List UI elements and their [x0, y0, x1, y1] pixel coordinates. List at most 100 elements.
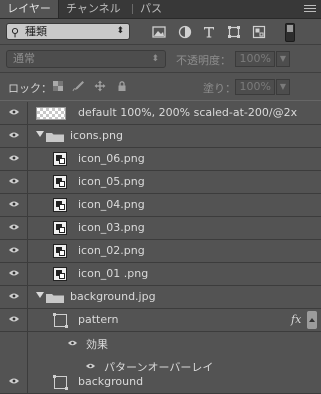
layers-list: default 100%, 200% scaled-at-200/@2x ico…	[0, 102, 321, 394]
visibility-toggle[interactable]	[0, 171, 28, 193]
layer-name: icon_05.png	[78, 175, 145, 188]
eye-column	[0, 332, 28, 355]
visibility-toggle[interactable]	[0, 309, 28, 331]
filter-toggle-switch[interactable]	[285, 23, 295, 42]
eye-icon	[9, 201, 19, 207]
layer-group-row[interactable]: icons.png	[0, 125, 321, 148]
expand-triangle-icon[interactable]	[36, 292, 44, 298]
lock-label: ロック：	[8, 82, 52, 95]
divider	[0, 100, 321, 101]
effects-row[interactable]: 効果	[0, 332, 321, 355]
layer-name: background.jpg	[70, 290, 156, 303]
layer-group-row[interactable]: background.jpg	[0, 286, 321, 309]
layer-name: icon_01 .png	[78, 267, 149, 280]
effects-expand-button[interactable]	[307, 311, 317, 329]
layer-row[interactable]: icon_01 .png	[0, 263, 321, 286]
visibility-toggle[interactable]	[0, 371, 28, 393]
tab-channels[interactable]: チャンネル	[66, 0, 121, 18]
eye-icon	[9, 178, 19, 184]
eye-icon	[9, 155, 19, 161]
lock-all-icon[interactable]	[116, 80, 128, 92]
eye-icon	[9, 378, 19, 384]
smart-object-icon	[53, 198, 67, 212]
fill-dropdown-button[interactable]: ▼	[276, 79, 290, 95]
folder-icon	[46, 133, 64, 142]
visibility-toggle[interactable]	[0, 194, 28, 216]
layer-row[interactable]: icon_05.png	[0, 171, 321, 194]
smart-object-icon	[53, 175, 67, 189]
lock-position-icon[interactable]	[94, 80, 106, 92]
layer-name: icon_03.png	[78, 221, 145, 234]
filter-row: ⚲ 種類 ⬍	[0, 19, 321, 45]
chevron-updown-icon: ⬍	[116, 26, 124, 36]
type-filter-icon[interactable]	[202, 25, 216, 39]
tab-paths[interactable]: パス	[140, 0, 162, 18]
eye-icon	[9, 132, 19, 138]
smart-object-icon	[53, 221, 67, 235]
eye-icon	[9, 224, 19, 230]
panel-tab-bar: レイヤー チャンネル パス	[0, 0, 321, 19]
layer-row[interactable]: background	[0, 371, 321, 394]
layer-name: pattern	[78, 313, 119, 326]
lock-transparent-pixels-icon[interactable]	[52, 80, 64, 92]
layer-row[interactable]: pattern fx	[0, 309, 321, 332]
panel-menu-icon[interactable]	[304, 5, 316, 13]
visibility-toggle[interactable]	[0, 286, 28, 308]
filter-kind-select[interactable]: ⚲ 種類 ⬍	[6, 23, 130, 40]
eye-icon[interactable]	[68, 340, 77, 346]
layer-thumbnail	[36, 107, 66, 120]
eye-icon	[9, 316, 19, 322]
layer-name: icon_02.png	[78, 244, 145, 257]
eye-icon	[9, 109, 19, 115]
opacity-dropdown-button[interactable]: ▼	[276, 51, 290, 67]
smart-object-icon	[53, 267, 67, 281]
layer-row[interactable]: icon_03.png	[0, 217, 321, 240]
eye-icon[interactable]	[86, 363, 95, 369]
layer-name: background	[78, 375, 144, 388]
tab-separator	[132, 4, 133, 14]
search-icon: ⚲	[11, 26, 20, 39]
divider	[0, 72, 321, 73]
divider	[0, 44, 321, 45]
shape-layer-icon	[53, 313, 68, 328]
layer-name: icon_04.png	[78, 198, 145, 211]
visibility-toggle[interactable]	[0, 102, 28, 124]
chevron-updown-icon: ⬍	[151, 54, 159, 64]
visibility-toggle[interactable]	[0, 240, 28, 262]
layer-row[interactable]: icon_06.png	[0, 148, 321, 171]
smart-object-icon	[53, 152, 67, 166]
layer-name: icon_06.png	[78, 152, 145, 165]
pixel-filter-icon[interactable]	[152, 25, 166, 39]
eye-icon	[9, 293, 19, 299]
folder-icon	[46, 294, 64, 303]
shape-layer-icon	[53, 375, 68, 390]
expand-triangle-icon[interactable]	[36, 131, 44, 137]
visibility-toggle[interactable]	[0, 217, 28, 239]
effects-label: 効果	[86, 338, 108, 351]
blend-mode-select[interactable]: 通常 ⬍	[6, 50, 166, 68]
fx-icon[interactable]: fx	[291, 313, 301, 326]
fill-input[interactable]: 100%	[235, 79, 275, 95]
smart-object-icon	[53, 244, 67, 258]
shape-filter-icon[interactable]	[227, 25, 241, 39]
fill-label: 塗り：	[203, 82, 236, 95]
eye-icon	[9, 247, 19, 253]
visibility-toggle[interactable]	[0, 263, 28, 285]
blend-mode-value: 通常	[13, 52, 35, 65]
tab-layers[interactable]: レイヤー	[0, 0, 59, 18]
adjustment-filter-icon[interactable]	[178, 25, 192, 39]
lock-image-pixels-icon[interactable]	[72, 80, 84, 92]
smart-object-filter-icon[interactable]	[252, 25, 266, 39]
layer-name: default 100%, 200% scaled-at-200/@2x	[78, 106, 298, 119]
eye-icon	[9, 270, 19, 276]
visibility-toggle[interactable]	[0, 148, 28, 170]
opacity-label: 不透明度：	[176, 54, 231, 67]
visibility-toggle[interactable]	[0, 125, 28, 147]
filter-kind-label: 種類	[25, 25, 47, 38]
layer-row[interactable]: icon_04.png	[0, 194, 321, 217]
layer-row[interactable]: icon_02.png	[0, 240, 321, 263]
layer-row[interactable]: default 100%, 200% scaled-at-200/@2x	[0, 102, 321, 125]
opacity-input[interactable]: 100%	[235, 51, 275, 67]
layer-name: icons.png	[70, 129, 123, 142]
layers-panel: レイヤー チャンネル パス ⚲ 種類 ⬍ 通常 ⬍ 不透明度： 100% ▼ ロ…	[0, 0, 321, 394]
